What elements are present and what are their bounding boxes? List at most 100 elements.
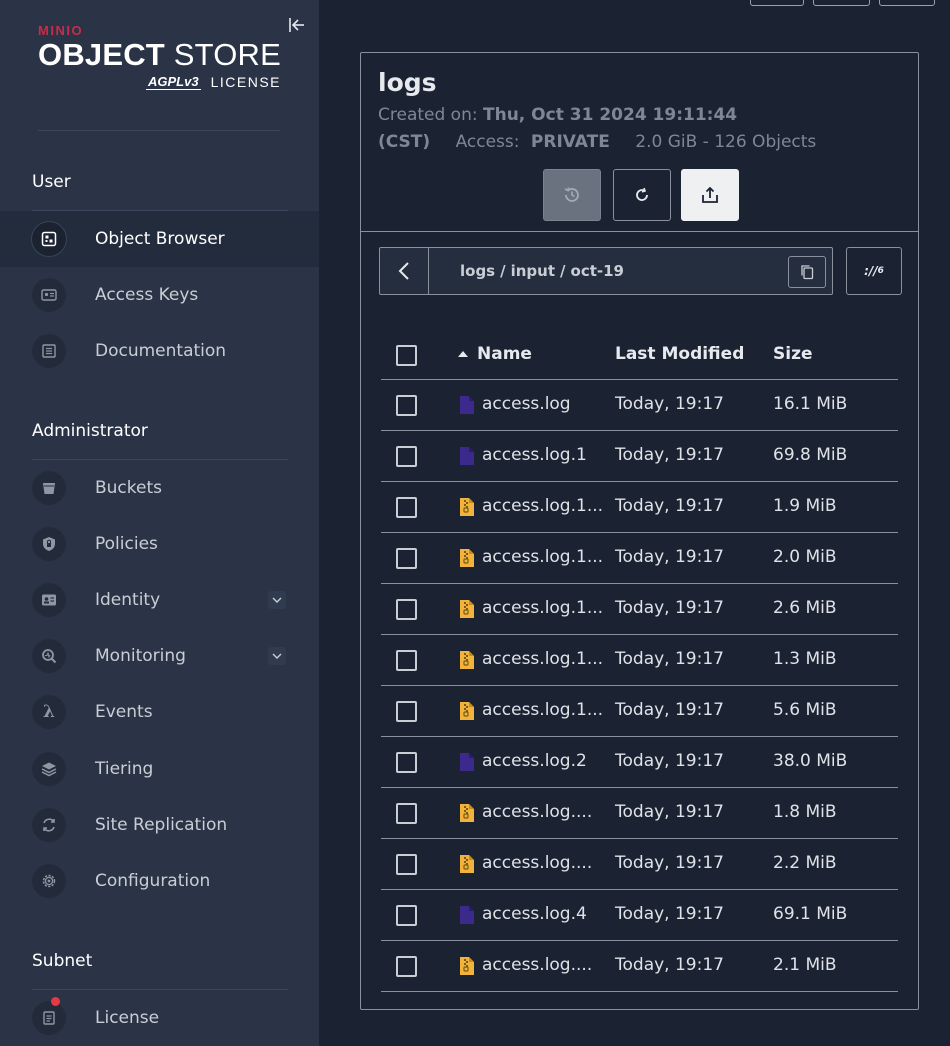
row-checkbox[interactable]: [396, 446, 417, 467]
archive-file-icon: [459, 650, 475, 670]
table-row[interactable]: access.log.1... Today, 19:17 5.6 MiB: [381, 686, 898, 737]
sidebar-item-access-keys[interactable]: Access Keys: [0, 267, 319, 323]
row-checkbox[interactable]: [396, 548, 417, 569]
column-name[interactable]: Name: [457, 344, 532, 364]
table-row[interactable]: access.log.1... Today, 19:17 1.3 MiB: [381, 635, 898, 686]
table-row[interactable]: access.log.1... Today, 19:17 2.6 MiB: [381, 584, 898, 635]
table-body: access.log Today, 19:17 16.1 MiB access.log…: [381, 380, 898, 992]
sidebar-item-object-browser[interactable]: Object Browser: [0, 211, 319, 267]
bucket-meta: (CST) Access: PRIVATE 2.0 GiB - 126 Obje…: [378, 132, 816, 152]
agpl-logo: AGPLv3: [146, 74, 201, 90]
object-size: 16.1 MiB: [773, 394, 848, 414]
timezone: (CST): [378, 132, 431, 152]
table-row[interactable]: access.log.... Today, 19:17 2.1 MiB: [381, 941, 898, 992]
object-name[interactable]: access.log....: [482, 853, 592, 873]
sidebar-item-license[interactable]: License: [0, 990, 319, 1046]
object-name[interactable]: access.log.1...: [482, 598, 603, 618]
table-row[interactable]: access.log.4 Today, 19:17 69.1 MiB: [381, 890, 898, 941]
row-checkbox[interactable]: [396, 854, 417, 875]
object-name[interactable]: access.log.1...: [482, 547, 603, 567]
row-checkbox[interactable]: [396, 752, 417, 773]
sidebar-item-buckets[interactable]: Buckets: [0, 460, 319, 516]
row-checkbox[interactable]: [396, 701, 417, 722]
license-label: LICENSE: [210, 74, 281, 90]
chevron-down-icon[interactable]: [268, 647, 286, 665]
table-row[interactable]: access.log.1 Today, 19:17 69.8 MiB: [381, 431, 898, 482]
sidebar-item-configuration[interactable]: Configuration: [0, 853, 319, 909]
row-checkbox[interactable]: [396, 803, 417, 824]
object-name[interactable]: access.log.1...: [482, 496, 603, 516]
top-action-button[interactable]: [750, 0, 804, 6]
refresh-button[interactable]: [613, 169, 671, 221]
sidebar-item-site-replication[interactable]: Site Replication: [0, 797, 319, 853]
sidebar-item-policies[interactable]: Policies: [0, 516, 319, 572]
sidebar-item-events[interactable]: λ Events: [0, 684, 319, 740]
top-action-button[interactable]: [813, 0, 870, 6]
object-name[interactable]: access.log.2: [482, 751, 587, 771]
object-modified: Today, 19:17: [615, 649, 724, 669]
file-icon: [459, 446, 475, 466]
breadcrumb-segment[interactable]: logs: [460, 262, 495, 280]
back-button[interactable]: [380, 248, 429, 294]
sidebar-item-label: Events: [95, 702, 153, 722]
object-modified: Today, 19:17: [615, 394, 724, 414]
top-action-button[interactable]: [879, 0, 935, 6]
object-size: 69.8 MiB: [773, 445, 848, 465]
section-title-administrator: Administrator: [32, 421, 148, 441]
object-size: 69.1 MiB: [773, 904, 848, 924]
breadcrumb-segment: oct-19: [570, 262, 624, 280]
bucket-usage: 2.0 GiB - 126 Objects: [635, 132, 817, 152]
gear-icon: [32, 864, 66, 898]
object-name[interactable]: access.log....: [482, 955, 592, 975]
documentation-icon: [32, 334, 66, 368]
object-size: 1.8 MiB: [773, 802, 837, 822]
archive-file-icon: [459, 701, 475, 721]
row-checkbox[interactable]: [396, 497, 417, 518]
copy-path-button[interactable]: [788, 256, 826, 288]
rewind-button[interactable]: ://6: [846, 247, 902, 295]
sort-asc-icon: [458, 351, 468, 357]
object-name[interactable]: access.log.1...: [482, 700, 603, 720]
sidebar-item-monitoring[interactable]: Monitoring: [0, 628, 319, 684]
table-row[interactable]: access.log.1... Today, 19:17 1.9 MiB: [381, 482, 898, 533]
column-size[interactable]: Size: [773, 344, 813, 364]
rewind-label: ://: [864, 264, 878, 278]
object-name[interactable]: access.log.1...: [482, 649, 603, 669]
select-all-checkbox[interactable]: [396, 345, 417, 366]
table-row[interactable]: access.log.... Today, 19:17 1.8 MiB: [381, 788, 898, 839]
object-name[interactable]: access.log....: [482, 802, 592, 822]
sidebar-item-tiering[interactable]: Tiering: [0, 741, 319, 797]
table-row[interactable]: access.log.... Today, 19:17 2.2 MiB: [381, 839, 898, 890]
sidebar-item-label: Access Keys: [95, 285, 199, 305]
upload-button[interactable]: [681, 169, 739, 221]
breadcrumb-separator: /: [500, 262, 506, 280]
column-last-modified[interactable]: Last Modified: [615, 344, 744, 364]
sidebar-item-label: Policies: [95, 534, 158, 554]
table-row[interactable]: access.log.1... Today, 19:17 2.0 MiB: [381, 533, 898, 584]
object-modified: Today, 19:17: [615, 955, 724, 975]
chevron-down-icon[interactable]: [268, 591, 286, 609]
table-row[interactable]: access.log.2 Today, 19:17 38.0 MiB: [381, 737, 898, 788]
object-name[interactable]: access.log.4: [482, 904, 587, 924]
sidebar-item-documentation[interactable]: Documentation: [0, 323, 319, 379]
row-checkbox[interactable]: [396, 956, 417, 977]
object-name[interactable]: access.log: [482, 394, 571, 414]
object-modified: Today, 19:17: [615, 751, 724, 771]
rewind-history-button[interactable]: [543, 169, 601, 221]
row-checkbox[interactable]: [396, 905, 417, 926]
object-modified: Today, 19:17: [615, 853, 724, 873]
breadcrumb: logs / input / oct-19: [379, 247, 833, 295]
row-checkbox[interactable]: [396, 599, 417, 620]
notification-badge: [51, 997, 60, 1006]
row-checkbox[interactable]: [396, 650, 417, 671]
object-modified: Today, 19:17: [615, 802, 724, 822]
sidebar-item-identity[interactable]: Identity: [0, 572, 319, 628]
collapse-sidebar-icon[interactable]: [286, 14, 308, 36]
license-row: AGPLv3 LICENSE: [38, 74, 281, 90]
object-name[interactable]: access.log.1: [482, 445, 587, 465]
breadcrumb-segment[interactable]: input: [511, 262, 555, 280]
table-row[interactable]: access.log Today, 19:17 16.1 MiB: [381, 380, 898, 431]
row-checkbox[interactable]: [396, 395, 417, 416]
sidebar-item-label: Buckets: [95, 478, 163, 498]
access-label: Access:: [455, 132, 520, 152]
